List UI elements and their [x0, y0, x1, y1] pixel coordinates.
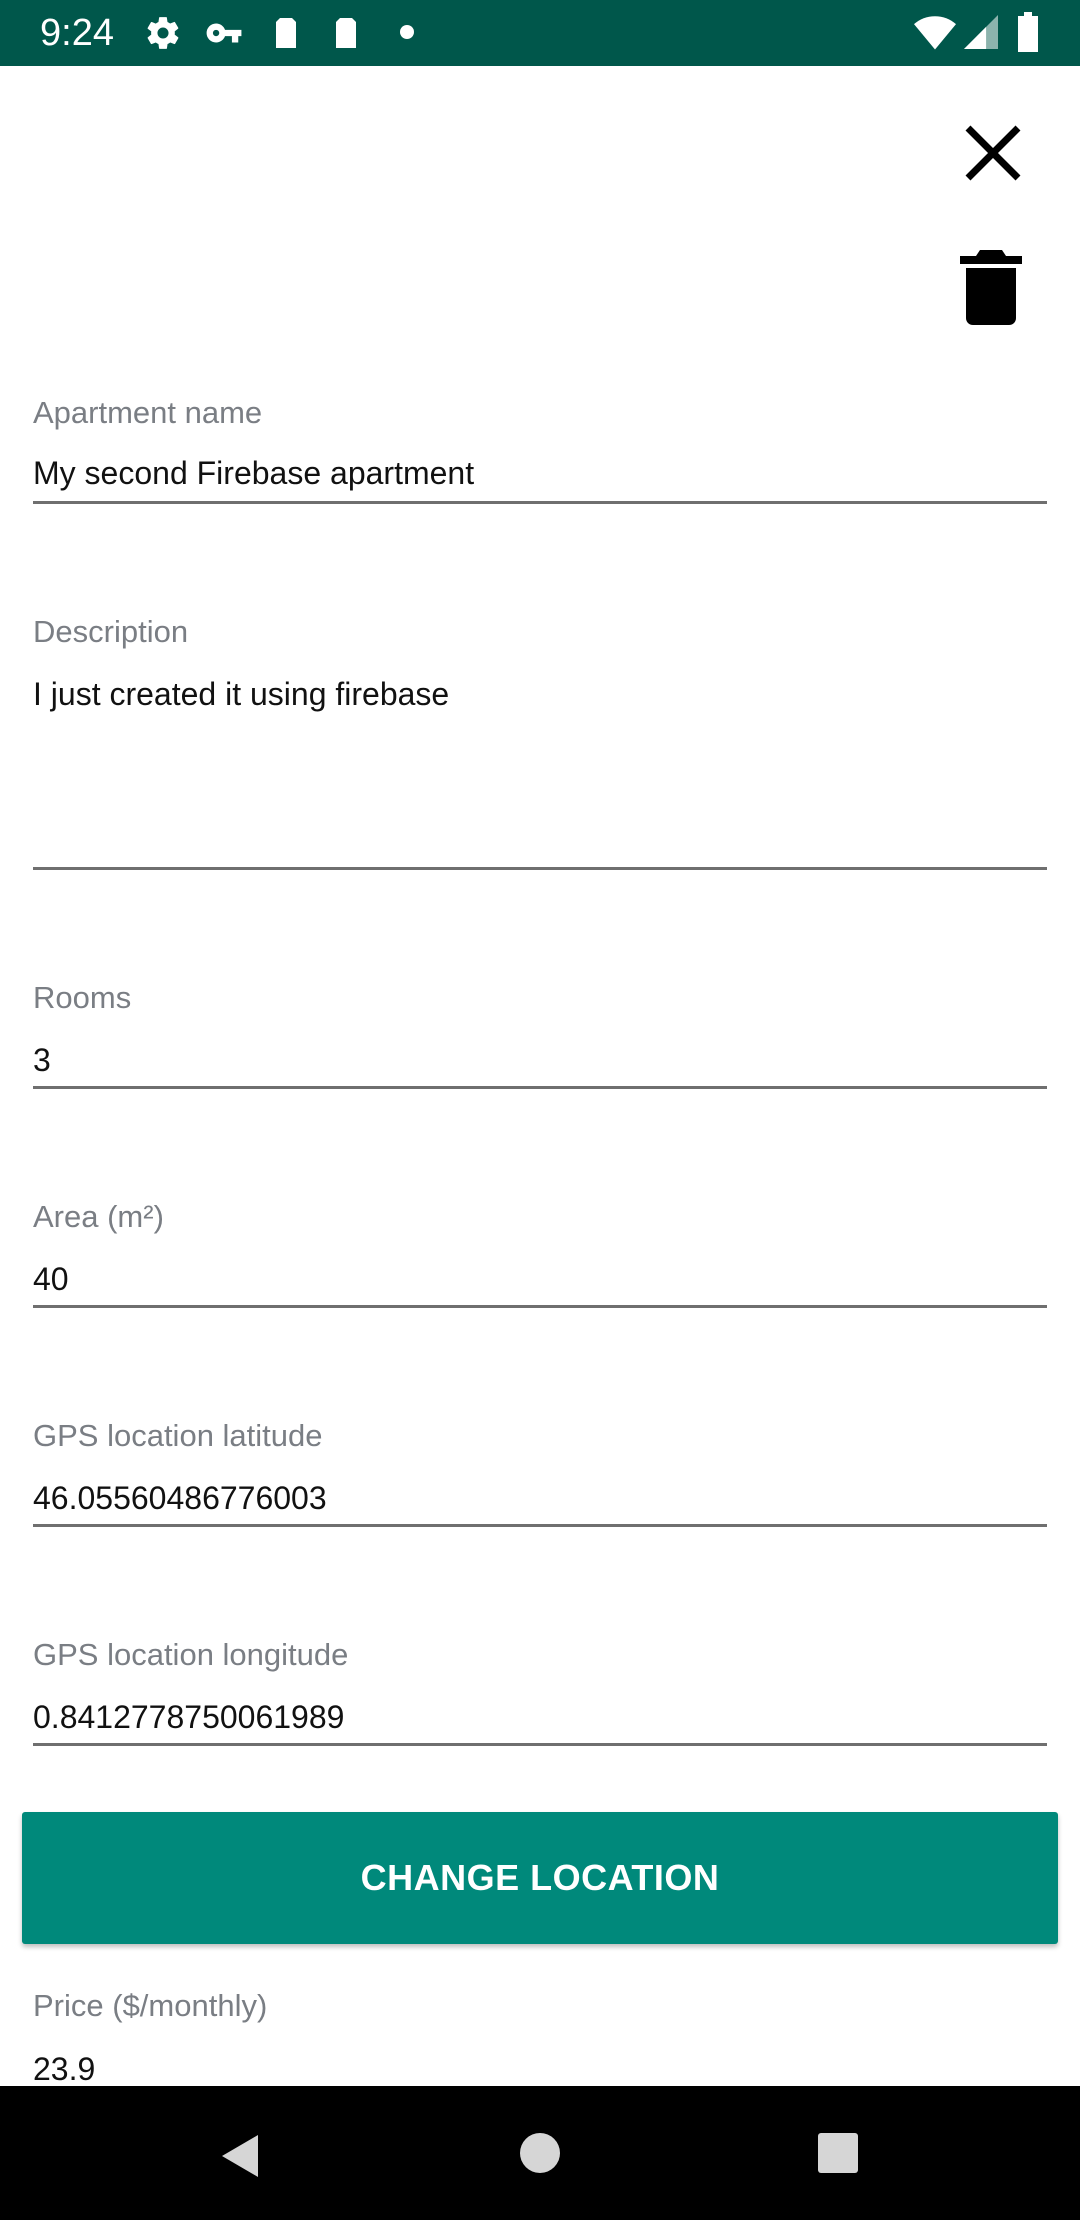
back-triangle-icon[interactable]: [218, 2133, 262, 2179]
apartment-name-input[interactable]: My second Firebase apartment: [33, 455, 474, 492]
dot-icon: [400, 25, 414, 39]
trash-icon[interactable]: [956, 246, 1026, 326]
navigation-bar: [0, 2086, 1080, 2220]
apartment-name-field[interactable]: Apartment name My second Firebase apartm…: [33, 395, 1047, 507]
area-field[interactable]: Area (m²) 40: [33, 1199, 1047, 1311]
recents-square-icon[interactable]: [817, 2132, 859, 2174]
rooms-input[interactable]: 3: [33, 1042, 51, 1079]
status-time: 9:24: [40, 12, 114, 54]
battery-icon: [1018, 12, 1038, 52]
close-icon[interactable]: [958, 118, 1028, 188]
price-label: Price ($/monthly): [33, 1988, 268, 2023]
gear-icon: [147, 17, 179, 49]
sim-card-icon: [276, 18, 296, 48]
price-input[interactable]: 23.9: [33, 2051, 95, 2086]
area-input[interactable]: 40: [33, 1261, 69, 1298]
wifi-icon: [914, 16, 956, 50]
rooms-underline: [33, 1086, 1047, 1089]
key-icon: [206, 23, 242, 43]
area-underline: [33, 1305, 1047, 1308]
area-label: Area (m²): [33, 1199, 164, 1234]
description-input[interactable]: I just created it using firebase: [33, 676, 449, 713]
home-circle-icon[interactable]: [519, 2132, 561, 2174]
change-location-button[interactable]: CHANGE LOCATION: [22, 1812, 1058, 1944]
longitude-input[interactable]: 0.8412778750061989: [33, 1699, 344, 1736]
description-label: Description: [33, 614, 189, 649]
longitude-underline: [33, 1743, 1047, 1746]
rooms-field[interactable]: Rooms 3: [33, 980, 1047, 1092]
status-bar: 9:24: [0, 0, 1080, 66]
longitude-label: GPS location longitude: [33, 1637, 349, 1672]
latitude-field[interactable]: GPS location latitude 46.05560486776003: [33, 1418, 1047, 1530]
rooms-label: Rooms: [33, 980, 132, 1015]
latitude-underline: [33, 1524, 1047, 1527]
latitude-label: GPS location latitude: [33, 1418, 323, 1453]
description-underline: [33, 867, 1047, 870]
latitude-input[interactable]: 46.05560486776003: [33, 1480, 327, 1517]
signal-icon: [964, 15, 998, 49]
description-field[interactable]: Description I just created it using fire…: [33, 614, 1047, 872]
sim-card-icon: [336, 18, 356, 48]
apartment-name-label: Apartment name: [33, 395, 263, 430]
apartment-name-underline: [33, 501, 1047, 504]
longitude-field[interactable]: GPS location longitude 0.841277875006198…: [33, 1637, 1047, 1749]
price-field[interactable]: Price ($/monthly) 23.9: [33, 1988, 1047, 2086]
